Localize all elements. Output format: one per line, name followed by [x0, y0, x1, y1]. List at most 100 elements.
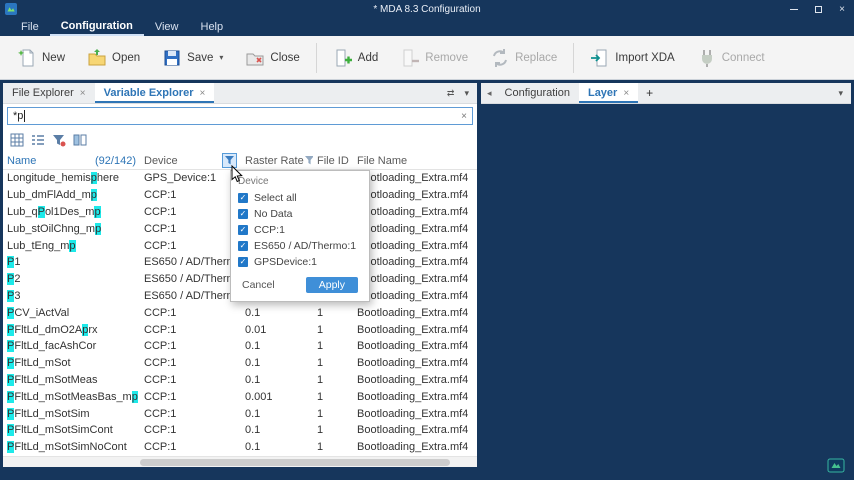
titlebar: * MDA 8.3 Configuration × — [0, 0, 854, 18]
checkbox-checked-icon[interactable]: ✓ — [238, 209, 248, 219]
toolbar-separator — [573, 43, 574, 73]
filter-popup-title: Device — [238, 176, 362, 187]
import-xda-button[interactable]: Import XDA — [579, 42, 685, 74]
dock-toggle-icon[interactable]: ⇄ — [447, 88, 455, 99]
tab-layer[interactable]: Layer × — [579, 83, 638, 103]
filter-count: (92/142) — [95, 155, 136, 167]
cell-file-name: Bootloading_Extra.mf4 — [353, 290, 477, 302]
cell-file-name: Bootloading_Extra.mf4 — [353, 172, 477, 184]
filter-option[interactable]: ✓ CCP:1 — [238, 222, 362, 238]
maximize-button[interactable] — [806, 0, 830, 18]
cancel-button[interactable]: Cancel — [242, 279, 275, 291]
horizontal-scrollbar[interactable] — [3, 456, 477, 467]
cell-name: PCV_iActVal — [3, 307, 140, 319]
raster-filter-funnel-icon[interactable] — [304, 155, 313, 166]
column-header-file-id[interactable]: File ID — [313, 152, 353, 169]
save-dropdown-icon[interactable]: ▾ — [219, 53, 223, 62]
checkbox-checked-icon[interactable]: ✓ — [238, 241, 248, 251]
remove-button[interactable]: Remove — [389, 42, 479, 74]
tab-overflow-icon[interactable]: ▾ — [838, 88, 843, 99]
close-config-button[interactable]: Close — [234, 42, 310, 74]
list-view-icon[interactable] — [31, 133, 45, 147]
explorer-tabstrip: File Explorer × Variable Explorer × ⇄ ▾ — [3, 83, 477, 104]
tab-close-icon[interactable]: × — [199, 88, 205, 99]
cell-device: CCP:1 — [140, 408, 241, 420]
tab-overflow-icon[interactable]: ▾ — [464, 88, 469, 99]
minimize-button[interactable] — [782, 0, 806, 18]
save-button[interactable]: Save ▾ — [151, 42, 234, 74]
filter-option-label: GPSDevice:1 — [254, 256, 317, 268]
new-button[interactable]: New — [6, 42, 76, 74]
table-row[interactable]: PCV_iActVal CCP:1 0.1 1 Bootloading_Extr… — [3, 304, 477, 321]
save-icon — [162, 48, 182, 68]
menu-file[interactable]: File — [10, 18, 50, 36]
cell-file-id: 1 — [313, 441, 353, 453]
mda-application-window: * MDA 8.3 Configuration × File Configura… — [0, 0, 854, 480]
tab-variable-explorer[interactable]: Variable Explorer × — [95, 83, 215, 103]
filter-option-label: No Data — [254, 208, 293, 220]
apply-button[interactable]: Apply — [306, 277, 358, 293]
cell-file-name: Bootloading_Extra.mf4 — [353, 189, 477, 201]
cell-file-name: Bootloading_Extra.mf4 — [353, 240, 477, 252]
search-input[interactable]: *p × — [7, 107, 473, 125]
column-header-name[interactable]: Name (92/142) — [3, 152, 140, 169]
add-layer-button[interactable]: + — [638, 83, 661, 103]
text-caret — [24, 110, 25, 122]
checkbox-checked-icon[interactable]: ✓ — [238, 225, 248, 235]
column-chooser-icon[interactable] — [73, 133, 87, 147]
table-row[interactable]: PFltLd_mSot CCP:1 0.1 1 Bootloading_Extr… — [3, 355, 477, 372]
cell-device: CCP:1 — [140, 441, 241, 453]
cell-file-id: 1 — [313, 424, 353, 436]
tab-close-icon[interactable]: × — [80, 88, 86, 99]
table-row[interactable]: PFltLd_mSotMeas CCP:1 0.1 1 Bootloading_… — [3, 372, 477, 389]
close-config-label: Close — [270, 52, 299, 64]
checkbox-checked-icon[interactable]: ✓ — [238, 257, 248, 267]
scrollbar-thumb[interactable] — [140, 459, 450, 466]
cell-name: Longitude_hemisphere — [3, 172, 140, 184]
column-header-device[interactable]: Device — [140, 152, 241, 169]
window-title: * MDA 8.3 Configuration — [0, 4, 854, 15]
connect-button[interactable]: Connect — [686, 42, 776, 74]
cell-name: PFltLd_dmO2Aprx — [3, 324, 140, 336]
tab-close-icon[interactable]: × — [623, 88, 629, 99]
filter-option-label: Select all — [254, 192, 297, 204]
tab-scroll-left-icon[interactable]: ◂ — [481, 83, 496, 103]
cell-raster: 0.01 — [241, 324, 313, 336]
cell-device: CCP:1 — [140, 357, 241, 369]
add-button[interactable]: Add — [322, 42, 389, 74]
table-row[interactable]: PFltLd_facAshCor CCP:1 0.1 1 Bootloading… — [3, 338, 477, 355]
table-row[interactable]: PFltLd_mSotSimCont CCP:1 0.1 1 Bootloadi… — [3, 422, 477, 439]
cell-name: P2 — [3, 273, 140, 285]
replace-button[interactable]: Replace — [479, 42, 568, 74]
table-row[interactable]: PFltLd_dmO2Aprx CCP:1 0.01 1 Bootloading… — [3, 321, 477, 338]
table-row[interactable]: PFltLd_mSotSim CCP:1 0.1 1 Bootloading_E… — [3, 405, 477, 422]
cell-device: CCP:1 — [140, 374, 241, 386]
device-filter-funnel-icon[interactable] — [222, 153, 237, 168]
filter-settings-icon[interactable] — [52, 133, 66, 147]
filter-option[interactable]: ✓ Select all — [238, 190, 362, 206]
cell-name: PFltLd_facAshCor — [3, 340, 140, 352]
open-button[interactable]: Open — [76, 42, 151, 74]
column-header-file-name[interactable]: File Name — [353, 152, 477, 169]
cell-raster: 0.1 — [241, 340, 313, 352]
toolbar-separator — [316, 43, 317, 73]
minimize-icon — [790, 9, 798, 10]
column-header-raster-rate[interactable]: Raster Rate — [241, 152, 313, 169]
table-row[interactable]: PFltLd_mSotSimNoCont CCP:1 0.1 1 Bootloa… — [3, 439, 477, 456]
menu-configuration[interactable]: Configuration — [50, 18, 144, 36]
table-row[interactable]: PFltLd_mSotMeasBas_mp CCP:1 0.001 1 Boot… — [3, 388, 477, 405]
cell-file-name: Bootloading_Extra.mf4 — [353, 256, 477, 268]
menu-help[interactable]: Help — [190, 18, 235, 36]
close-window-button[interactable]: × — [830, 0, 854, 18]
tab-file-explorer[interactable]: File Explorer × — [3, 83, 95, 103]
filter-option[interactable]: ✓ GPSDevice:1 — [238, 254, 362, 270]
menu-view[interactable]: View — [144, 18, 190, 36]
cell-raster: 0.001 — [241, 391, 313, 403]
tab-configuration[interactable]: Configuration — [496, 83, 579, 103]
filter-option[interactable]: ✓ No Data — [238, 206, 362, 222]
filter-option[interactable]: ✓ ES650 / AD/Thermo:1 — [238, 238, 362, 254]
checkbox-checked-icon[interactable]: ✓ — [238, 193, 248, 203]
search-clear-icon[interactable]: × — [461, 111, 467, 122]
layer-strip-controls: ▾ — [838, 83, 851, 103]
grid-view-icon[interactable] — [10, 133, 24, 147]
